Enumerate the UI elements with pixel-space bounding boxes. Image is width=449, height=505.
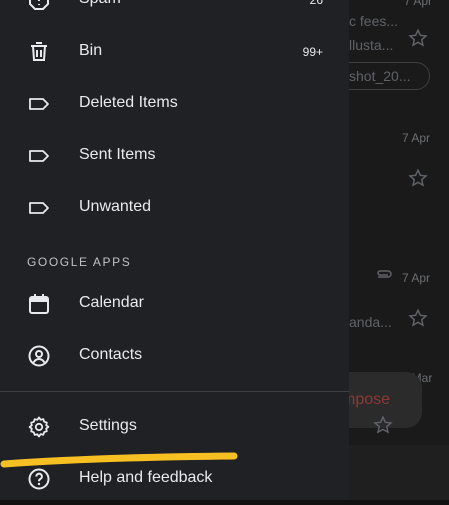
drawer-item-sent-items[interactable]: Sent Items <box>0 130 349 182</box>
drawer-item-calendar[interactable]: Calendar <box>0 278 349 330</box>
drawer-item-contacts[interactable]: Contacts <box>0 330 349 382</box>
drawer-item-label: Calendar <box>79 294 144 311</box>
drawer-item-label: Bin <box>79 42 103 59</box>
drawer-item-label: Help and feedback <box>79 469 213 486</box>
inbox-date: 7 Apr <box>402 271 431 285</box>
drawer-item-label: Settings <box>79 417 137 434</box>
star-icon[interactable] <box>407 307 429 329</box>
contacts-icon <box>28 345 50 367</box>
highlight-underline <box>0 452 238 468</box>
drawer-item-unwanted[interactable]: Unwanted <box>0 182 349 234</box>
bottom-nav-bar <box>349 445 449 500</box>
drawer-divider <box>0 391 349 392</box>
drawer-item-count: 26 <box>309 0 323 7</box>
drawer-item-label: Sent Items <box>79 146 156 163</box>
spam-icon <box>29 0 49 10</box>
attachment-icon <box>377 270 392 278</box>
section-header-google-apps: GOOGLE APPS <box>27 255 132 269</box>
drawer-item-label: Deleted Items <box>79 94 178 111</box>
gear-icon <box>28 416 50 438</box>
inbox-date: 7 Apr <box>402 131 431 145</box>
star-icon[interactable] <box>372 414 394 436</box>
drawer-item-settings[interactable]: Settings <box>0 401 349 453</box>
star-icon[interactable] <box>407 167 429 189</box>
inbox-date: 7 Apr <box>404 0 433 8</box>
navigation-drawer: Spam 26 Bin 99+ Deleted Items Sent Items… <box>0 0 349 500</box>
calendar-icon <box>29 294 49 314</box>
label-icon <box>29 98 49 110</box>
label-icon <box>29 202 49 214</box>
help-icon <box>28 468 50 490</box>
drawer-item-spam[interactable]: Spam 26 <box>0 0 349 26</box>
drawer-item-deleted-items[interactable]: Deleted Items <box>0 78 349 130</box>
drawer-item-count: 99+ <box>302 45 323 59</box>
drawer-item-label: Unwanted <box>79 198 152 215</box>
drawer-item-label: Spam <box>79 0 121 8</box>
inbox-snippet: llusta... <box>349 37 394 53</box>
drawer-item-label: Contacts <box>79 346 143 363</box>
inbox-snippet: c fees... <box>349 13 399 29</box>
inbox-snippet: anda... <box>349 314 392 330</box>
star-icon[interactable] <box>407 27 429 49</box>
drawer-item-bin[interactable]: Bin 99+ <box>0 26 349 78</box>
label-icon <box>29 150 49 162</box>
trash-icon <box>31 42 47 61</box>
